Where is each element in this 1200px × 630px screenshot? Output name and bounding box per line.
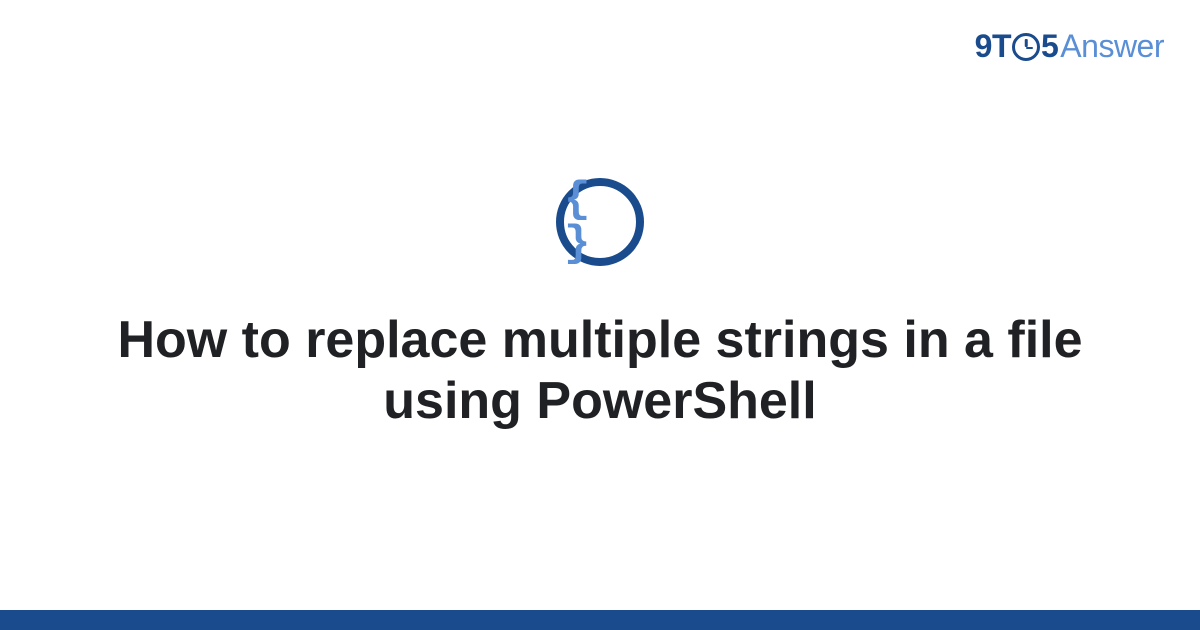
main-content: { } How to replace multiple strings in a… [0, 0, 1200, 630]
footer-bar [0, 610, 1200, 630]
braces-glyph: { } [564, 178, 636, 266]
braces-icon: { } [556, 178, 644, 266]
page-title: How to replace multiple strings in a fil… [90, 310, 1110, 433]
